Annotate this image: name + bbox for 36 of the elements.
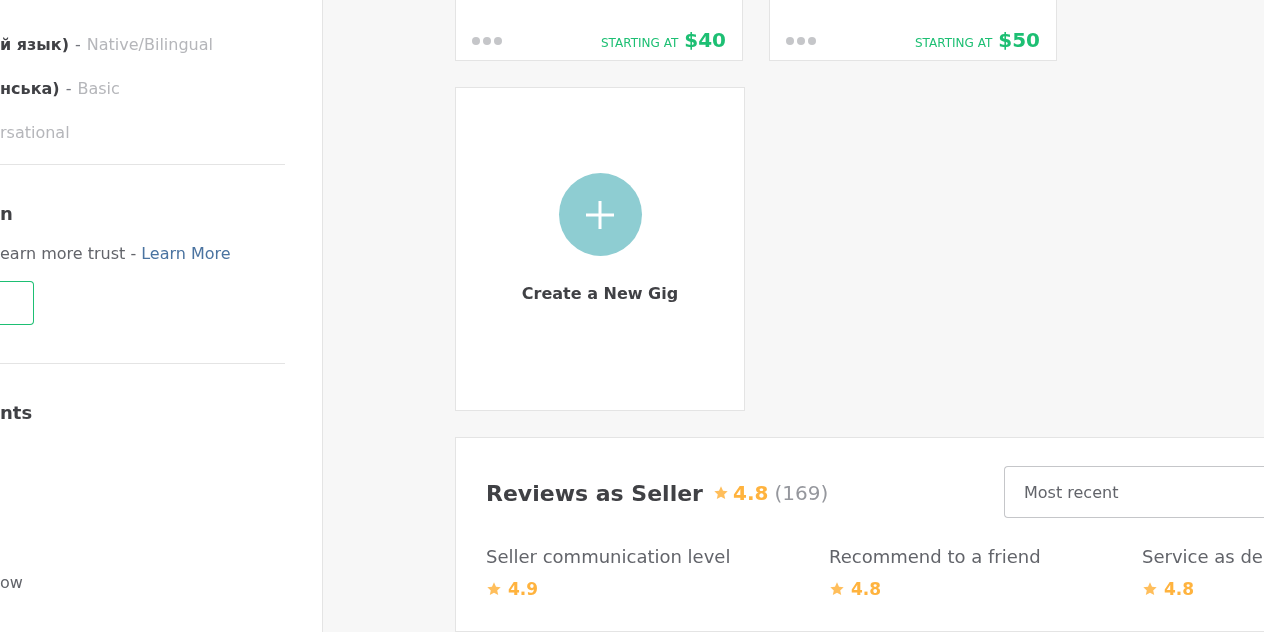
footer-text: ow bbox=[0, 573, 24, 592]
create-gig-label: Create a New Gig bbox=[521, 284, 679, 303]
price: $40 bbox=[684, 28, 726, 52]
price-label: STARTING AT bbox=[915, 36, 993, 50]
language-level: Basic bbox=[77, 78, 120, 98]
price: $50 bbox=[998, 28, 1040, 52]
rating-value: 4.8 bbox=[732, 481, 769, 505]
star-icon bbox=[486, 581, 502, 597]
language-level: rsational bbox=[0, 122, 70, 142]
rating-value: 4.8 bbox=[1164, 579, 1195, 599]
language-level: Native/Bilingual bbox=[86, 34, 213, 54]
section-heading: n bbox=[0, 203, 14, 224]
rating-category: Service as de bbox=[1142, 546, 1263, 567]
rating-category: Recommend to a friend bbox=[829, 546, 1042, 567]
description-text: earn more trust - bbox=[0, 244, 137, 263]
more-icon[interactable] bbox=[472, 37, 502, 45]
dash: - bbox=[75, 34, 81, 54]
plus-icon bbox=[584, 198, 616, 231]
outline-button[interactable] bbox=[0, 281, 34, 325]
more-icon[interactable] bbox=[786, 37, 816, 45]
star-icon bbox=[829, 581, 845, 597]
dash: - bbox=[65, 78, 72, 98]
star-icon bbox=[1142, 581, 1158, 597]
learn-more-link[interactable]: Learn More bbox=[141, 244, 231, 263]
rating-value: 4.9 bbox=[508, 579, 539, 599]
create-gig-card[interactable]: Create a New Gig bbox=[455, 87, 745, 411]
rating-category: Seller communication level bbox=[486, 546, 732, 567]
reviews-title: Reviews as Seller bbox=[486, 480, 703, 506]
language-name: й язык) bbox=[0, 34, 69, 54]
section-heading: nts bbox=[0, 402, 34, 423]
language-name: нська) bbox=[0, 78, 60, 98]
rating-value: 4.8 bbox=[851, 579, 882, 599]
review-count: (169) bbox=[774, 481, 829, 505]
price-label: STARTING AT bbox=[601, 36, 679, 50]
sort-dropdown[interactable]: Most recent bbox=[1004, 466, 1264, 518]
star-icon bbox=[712, 485, 729, 501]
